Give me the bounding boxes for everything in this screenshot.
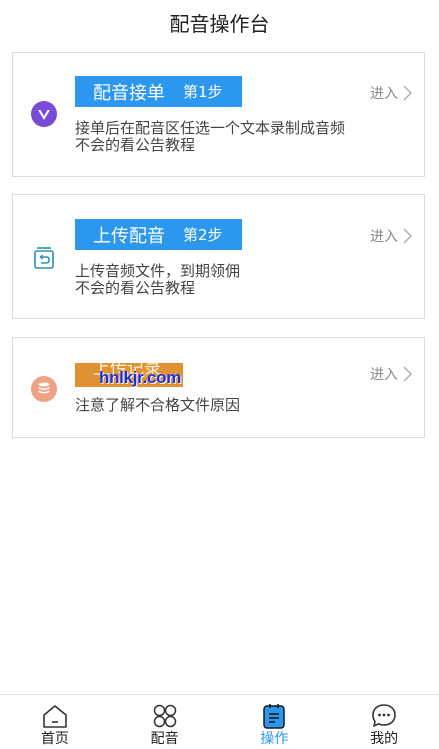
home-icon [43, 705, 67, 728]
task-card-upload-dubbing[interactable]: 上传配音 第2步 进入 上传音频文件，到期领佣 不会的看公告教程 [12, 194, 425, 319]
nav-label: 配音 [150, 731, 179, 747]
description-line: 不会的看公告教程 [75, 136, 196, 154]
enter-label: 进入 [370, 86, 398, 102]
enter-label: 进入 [370, 367, 398, 383]
database-icon [31, 376, 57, 402]
chevron-right-icon [403, 85, 412, 101]
card-description: 接单后在配音区任选一个文本录制成音频 不会的看公告教程 [75, 120, 345, 154]
v-logo-icon [31, 101, 57, 127]
page-title: 配音操作台 [169, 12, 270, 36]
task-card-upload-records[interactable]: 上传记录 hnlkjr.com 进入 注意了解不合格文件原因 [12, 337, 425, 438]
enter-label: 进入 [370, 229, 398, 245]
enter-link[interactable]: 进入 [370, 83, 412, 103]
nav-label: 我的 [370, 731, 399, 747]
step-pill: 配音接单 第1步 [75, 76, 242, 107]
enter-link[interactable]: 进入 [370, 364, 412, 384]
card-title: 上传配音 [93, 225, 165, 247]
grid-icon [153, 704, 176, 728]
card-description: 注意了解不合格文件原因 [75, 397, 240, 414]
bottom-nav: 首页 配音 操作 我的 [0, 694, 439, 749]
task-card-dubbing-order[interactable]: 配音接单 第1步 进入 接单后在配音区任选一个文本录制成音频 不会的看公告教程 [12, 52, 425, 177]
step-pill: 上传配音 第2步 [75, 219, 242, 250]
clipboard-icon [263, 704, 286, 729]
chevron-right-icon [403, 366, 412, 382]
card-title: 配音接单 [93, 82, 165, 104]
description-line: 注意了解不合格文件原因 [75, 396, 241, 414]
nav-item-operation[interactable]: 操作 [220, 695, 330, 749]
description-line: 不会的看公告教程 [75, 279, 196, 297]
description-line: 上传音频文件，到期领佣 [75, 262, 241, 280]
nav-item-home[interactable]: 首页 [0, 695, 110, 749]
enter-link[interactable]: 进入 [370, 226, 412, 246]
nav-item-mine[interactable]: 我的 [329, 695, 439, 749]
watermark-text: hnlkjr.com [99, 368, 182, 387]
upload-box-icon [31, 245, 57, 271]
step-label: 第2步 [183, 226, 223, 244]
chat-bubble-icon [372, 704, 396, 727]
card-description: 上传音频文件，到期领佣 不会的看公告教程 [75, 263, 240, 297]
description-line: 接单后在配音区任选一个文本录制成音频 [75, 119, 346, 137]
nav-label: 操作 [260, 731, 289, 747]
nav-label: 首页 [40, 731, 69, 747]
nav-item-dubbing[interactable]: 配音 [110, 695, 220, 749]
step-label: 第1步 [183, 83, 223, 101]
chevron-right-icon [403, 228, 412, 244]
